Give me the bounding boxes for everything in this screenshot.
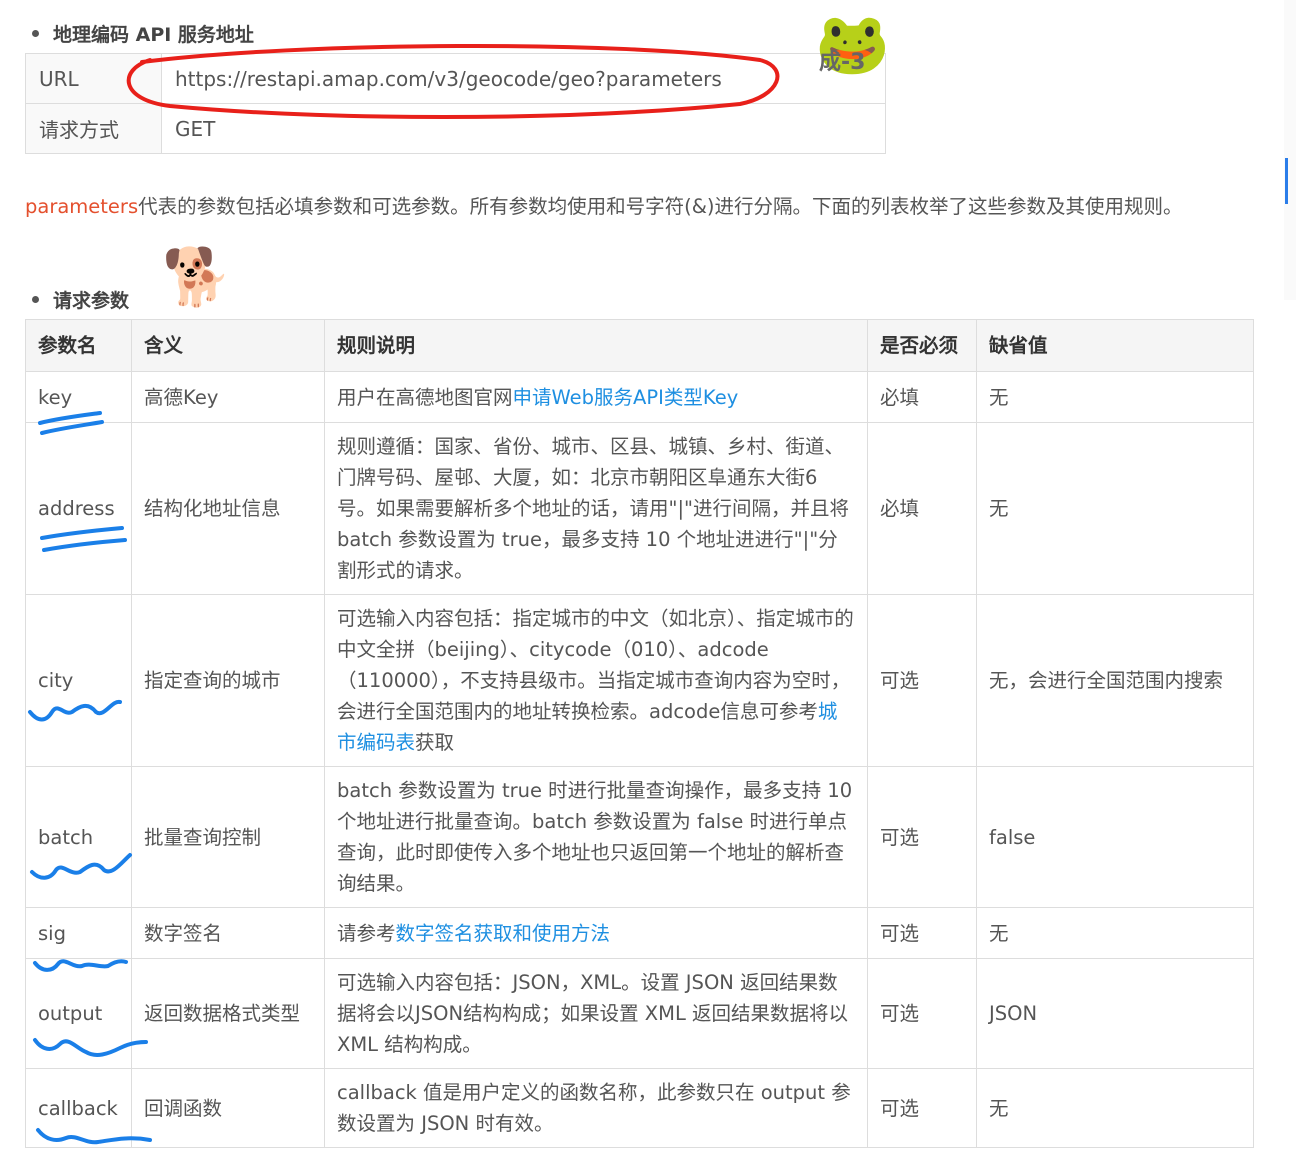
page-scrollbar[interactable] [1284,0,1296,300]
header-default: 缺省值 [976,319,1254,372]
param-rule: 请参考数字签名获取和使用方法 [324,907,868,959]
param-rule: callback 值是用户定义的函数名称，此参数只在 output 参数设置为 … [324,1068,868,1148]
param-required: 可选 [867,766,977,908]
header-meaning: 含义 [131,319,325,372]
url-key-cell: URL [25,53,162,104]
table-row: key 高德Key 用户在高德地图官网申请Web服务API类型Key 必填 无 [25,371,1254,423]
param-default: false [976,766,1254,908]
param-name: callback [25,1068,132,1148]
param-default: 无 [976,371,1254,423]
param-default: 无 [976,422,1254,595]
url-table: URL https://restapi.amap.com/v3/geocode/… [25,53,886,154]
apply-key-link[interactable]: 申请Web服务API类型Key [513,386,739,409]
header-param-name: 参数名 [25,319,132,372]
signature-method-link[interactable]: 数字签名获取和使用方法 [396,922,611,945]
table-header-row: 参数名 含义 规则说明 是否必须 缺省值 [25,319,1254,372]
bullet-icon [32,30,39,37]
param-default: JSON [976,958,1254,1069]
param-required: 可选 [867,1068,977,1148]
table-row: URL https://restapi.amap.com/v3/geocode/… [25,53,886,104]
param-rule: 可选输入内容包括：JSON，XML。设置 JSON 返回结果数据将会以JSON结… [324,958,868,1069]
description-text: 代表的参数包括必填参数和可选参数。所有参数均使用和号字符(&)进行分隔。下面的列… [138,195,1183,218]
param-default: 无 [976,907,1254,959]
table-row: output 返回数据格式类型 可选输入内容包括：JSON，XML。设置 JSO… [25,958,1254,1069]
param-rule: 用户在高德地图官网申请Web服务API类型Key [324,371,868,423]
method-value-cell: GET [161,103,886,154]
param-rule: 规则遵循：国家、省份、城市、区县、城镇、乡村、街道、门牌号码、屋邨、大厦，如：北… [324,422,868,595]
param-meaning: 批量查询控制 [131,766,325,908]
param-rule: batch 参数设置为 true 时进行批量查询操作，最多支持 10 个地址进行… [324,766,868,908]
header-required: 是否必须 [867,319,977,372]
param-meaning: 返回数据格式类型 [131,958,325,1069]
param-name: output [25,958,132,1069]
param-required: 必填 [867,422,977,595]
param-name: key [25,371,132,423]
param-default: 无 [976,1068,1254,1148]
section-title-api-url: 地理编码 API 服务地址 [32,20,254,47]
param-required: 可选 [867,958,977,1069]
table-row: address 结构化地址信息 规则遵循：国家、省份、城市、区县、城镇、乡村、街… [25,422,1254,595]
frog-sticker-icon: 🐸 成-3 [815,9,890,79]
scrollbar-thumb[interactable] [1285,158,1288,204]
table-row: batch 批量查询控制 batch 参数设置为 true 时进行批量查询操作，… [25,766,1254,908]
param-name: address [25,422,132,595]
param-rule: 可选输入内容包括：指定城市的中文（如北京）、指定城市的中文全拼（beijing）… [324,594,868,767]
header-rule: 规则说明 [324,319,868,372]
parameters-description: parameters代表的参数包括必填参数和可选参数。所有参数均使用和号字符(&… [25,186,1235,228]
method-key-cell: 请求方式 [25,103,162,154]
dog-sticker-icon: 🐕 [162,245,232,310]
param-required: 必填 [867,371,977,423]
param-meaning: 高德Key [131,371,325,423]
param-name: sig [25,907,132,959]
bullet-icon [32,296,39,303]
param-default: 无，会进行全国范围内搜索 [976,594,1254,767]
param-meaning: 回调函数 [131,1068,325,1148]
param-required: 可选 [867,907,977,959]
url-value-cell: https://restapi.amap.com/v3/geocode/geo?… [161,53,886,104]
table-row: sig 数字签名 请参考数字签名获取和使用方法 可选 无 [25,907,1254,959]
param-meaning: 数字签名 [131,907,325,959]
table-row: 请求方式 GET [25,103,886,154]
param-meaning: 结构化地址信息 [131,422,325,595]
param-required: 可选 [867,594,977,767]
param-name: city [25,594,132,767]
params-table: 参数名 含义 规则说明 是否必须 缺省值 key 高德Key 用户在高德地图官网… [25,319,1254,1148]
parameters-highlight: parameters [25,195,139,218]
table-row: city 指定查询的城市 可选输入内容包括：指定城市的中文（如北京）、指定城市的… [25,594,1254,767]
section-title-request-params: 请求参数 [32,286,129,313]
table-row: callback 回调函数 callback 值是用户定义的函数名称，此参数只在… [25,1068,1254,1148]
param-meaning: 指定查询的城市 [131,594,325,767]
param-name: batch [25,766,132,908]
